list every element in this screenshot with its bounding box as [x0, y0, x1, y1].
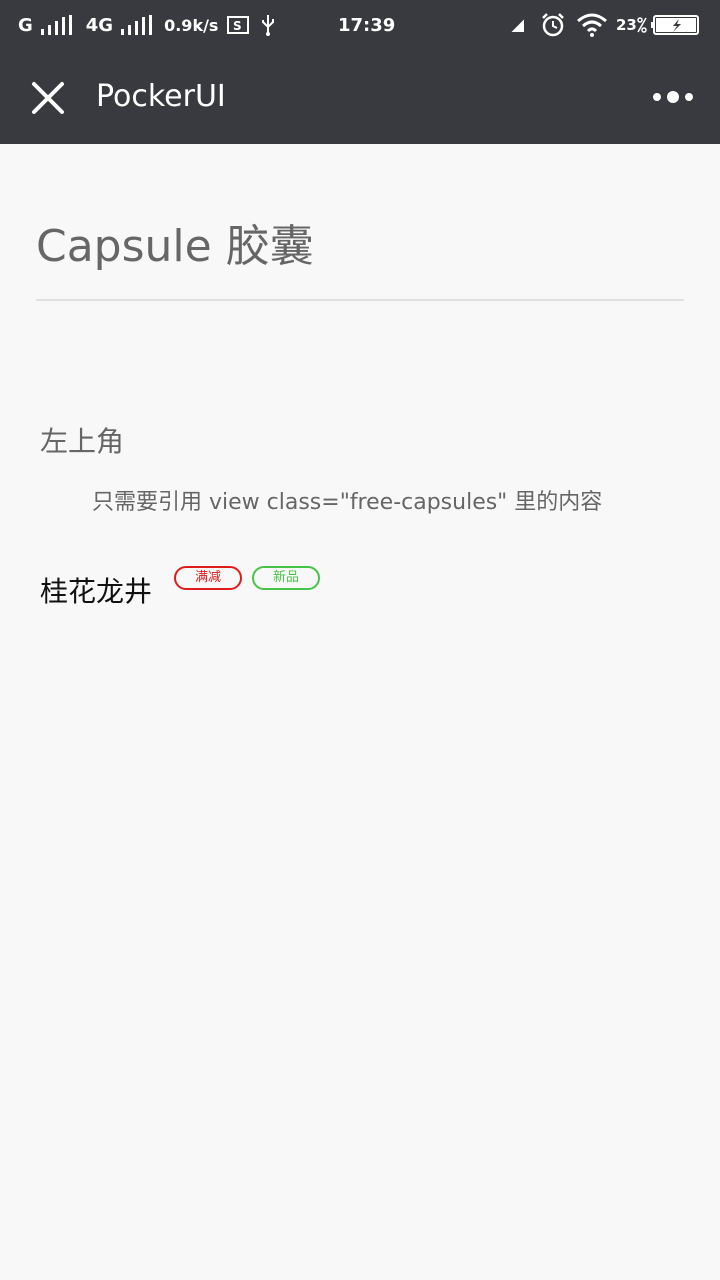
section-title: 左上角 [40, 425, 125, 458]
carrier-label: G [18, 14, 33, 36]
capsule-tag-new: 新品 [252, 566, 320, 590]
signal-icon-2 [121, 15, 153, 35]
network-label: 4G [85, 14, 114, 36]
product-name: 桂花龙井 [40, 575, 153, 608]
svg-text:S: S [233, 19, 242, 33]
battery-percent: 23 [616, 16, 637, 34]
screenshot-icon: S [227, 16, 250, 34]
percent-icon [637, 17, 647, 33]
title-divider [36, 299, 684, 301]
nav-title: PockerUI [96, 79, 226, 114]
alarm-icon [542, 13, 564, 37]
usb-icon [262, 15, 275, 36]
section-description: 只需要引用 view class="free-capsules" 里的内容 [92, 490, 603, 515]
signal-icon [40, 15, 72, 35]
battery-icon [650, 15, 699, 35]
speed-label: 0.9k/s [164, 15, 219, 35]
mute-icon [507, 15, 527, 35]
status-time: 17:39 [338, 14, 396, 36]
wifi-icon [577, 13, 607, 37]
capsule-tag-discount: 满减 [174, 566, 242, 590]
status-bar: G 4G 0.9k/s S 17:39 23 [0, 0, 720, 50]
page-title: Capsule 胶囊 [36, 221, 314, 272]
close-icon[interactable] [30, 80, 66, 116]
status-right: 23 [506, 0, 701, 50]
more-icon[interactable] [650, 86, 696, 108]
nav-bar: PockerUI [0, 50, 720, 144]
status-left: G 4G 0.9k/s S [18, 0, 276, 50]
